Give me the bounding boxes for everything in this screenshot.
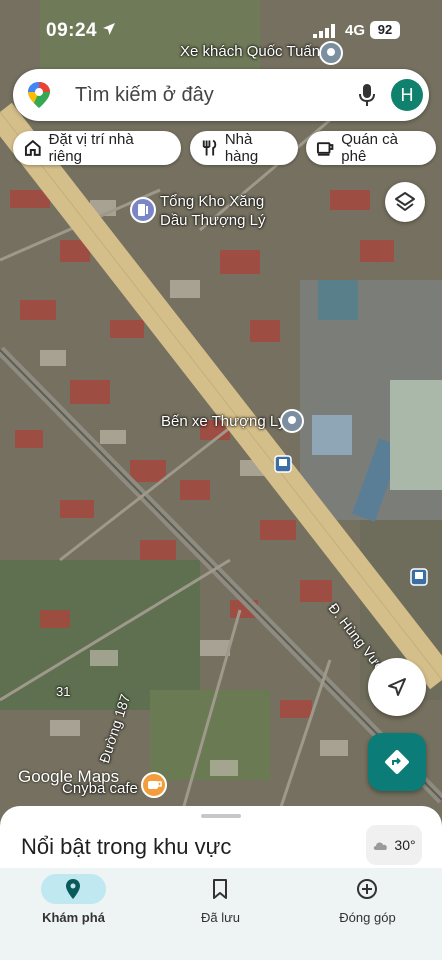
nav-label: Đóng góp bbox=[339, 910, 396, 925]
nav-explore[interactable]: Khám phá bbox=[0, 868, 147, 960]
restaurant-icon bbox=[202, 139, 217, 156]
sheet-title: Nổi bật trong khu vực bbox=[21, 834, 232, 859]
location-arrow-icon bbox=[103, 23, 115, 35]
bus-stop-icon[interactable] bbox=[274, 455, 292, 473]
search-bar[interactable]: Tìm kiếm ở đây H bbox=[13, 69, 429, 121]
signal-icon bbox=[313, 24, 335, 38]
coffee-icon bbox=[316, 142, 334, 156]
nav-contribute[interactable]: Đóng góp bbox=[294, 868, 441, 960]
sheet-handle[interactable] bbox=[201, 814, 241, 818]
directions-icon bbox=[385, 750, 409, 774]
status-time: 09:24 bbox=[46, 20, 98, 41]
gas-station-icon[interactable] bbox=[130, 197, 156, 223]
search-placeholder[interactable]: Tìm kiếm ở đây bbox=[75, 84, 214, 107]
nav-label: Đã lưu bbox=[200, 910, 241, 925]
chip-coffee[interactable]: Quán cà phê bbox=[306, 131, 436, 165]
account-avatar[interactable]: H bbox=[391, 79, 423, 111]
my-location-button[interactable] bbox=[368, 658, 426, 716]
chip-restaurants[interactable]: Nhà hàng bbox=[190, 131, 298, 165]
weather-badge[interactable]: 30° bbox=[366, 825, 422, 865]
chip-label: Quán cà phê bbox=[341, 131, 398, 165]
nav-saved[interactable]: Đã lưu bbox=[147, 868, 294, 960]
status-bar: 09:24 4G 92 bbox=[0, 0, 442, 60]
add-circle-icon bbox=[357, 879, 377, 899]
layers-icon bbox=[395, 192, 415, 211]
place-label-bus-station[interactable]: Bến xe Thượng Lý bbox=[161, 413, 286, 430]
chip-label: Nhà hàng bbox=[224, 131, 259, 165]
bus-stop-icon[interactable] bbox=[410, 568, 428, 586]
battery-level: 92 bbox=[370, 21, 400, 39]
place-pin-icon[interactable] bbox=[279, 408, 305, 434]
cafe-icon[interactable] bbox=[141, 772, 167, 798]
layers-button[interactable] bbox=[385, 182, 425, 222]
bottom-navigation: Khám phá Đã lưu Đóng góp bbox=[0, 868, 442, 960]
chip-label: Đặt vị trí nhà riêng bbox=[48, 131, 134, 165]
place-label-cafe[interactable]: Cnyba cafe bbox=[62, 780, 138, 797]
navigation-arrow-icon bbox=[388, 678, 406, 696]
cloud-icon bbox=[374, 842, 388, 850]
weather-temp: 30° bbox=[394, 837, 416, 853]
directions-button[interactable] bbox=[368, 733, 426, 791]
network-type: 4G bbox=[345, 22, 366, 39]
place-label-fuel-depot-2[interactable]: Dầu Thượng Lý bbox=[160, 212, 266, 229]
chip-set-home[interactable]: Đặt vị trí nhà riêng bbox=[13, 131, 181, 165]
place-label-fuel-depot-1[interactable]: Tổng Kho Xăng bbox=[160, 193, 264, 210]
microphone-icon[interactable] bbox=[357, 82, 377, 108]
bookmark-icon bbox=[213, 879, 227, 899]
google-maps-logo-icon bbox=[28, 82, 50, 108]
road-number-label: 31 bbox=[56, 684, 71, 699]
nav-label: Khám phá bbox=[42, 910, 105, 925]
explore-pin-icon bbox=[66, 879, 80, 899]
home-icon bbox=[24, 139, 41, 156]
